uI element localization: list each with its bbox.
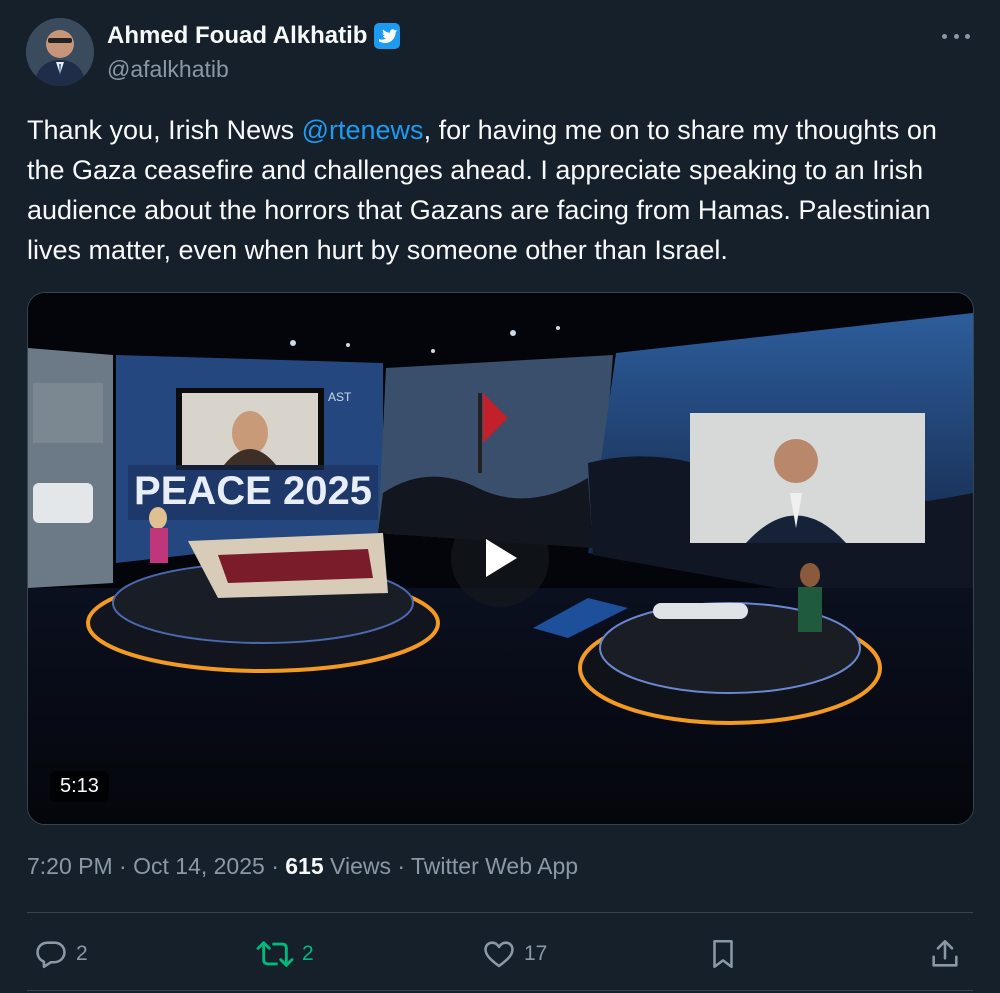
video-player[interactable]: PEACE 2025 AST 5:13	[27, 292, 974, 825]
screen-text: PEACE 2025	[134, 469, 372, 513]
play-button[interactable]	[451, 509, 549, 607]
share-button[interactable]	[928, 930, 962, 978]
tweet-text: Thank you, Irish News @rtenews, for havi…	[27, 110, 977, 270]
meta-separator: ·	[264, 853, 286, 879]
author-handle[interactable]: @afalkhatib	[107, 56, 229, 83]
action-bar: 2 2 17	[0, 930, 1000, 978]
tweet-text-part: Thank you, Irish News	[27, 115, 302, 145]
retweet-count: 2	[302, 942, 314, 965]
mention-link[interactable]: @rtenews	[302, 115, 424, 145]
screen-text-small: AST	[328, 390, 352, 404]
reply-button[interactable]: 2	[34, 930, 88, 978]
bookmark-button[interactable]	[706, 930, 740, 978]
views-label: Views	[323, 853, 391, 879]
profile-photo-icon	[26, 18, 94, 86]
reply-icon	[36, 941, 66, 969]
tweet-source: Twitter Web App	[411, 853, 579, 879]
retweet-icon	[256, 941, 294, 967]
tweet-time[interactable]: 7:20 PM	[27, 853, 113, 879]
meta-separator: ·	[112, 853, 134, 879]
bookmark-icon	[713, 939, 733, 969]
heart-icon	[484, 941, 514, 968]
views-count: 615	[285, 853, 324, 879]
meta-separator: ·	[390, 853, 411, 879]
share-icon	[932, 939, 958, 967]
video-duration: 5:13	[50, 771, 109, 802]
author-avatar[interactable]	[26, 18, 94, 86]
author-name[interactable]: Ahmed Fouad Alkhatib	[107, 22, 367, 50]
like-count: 17	[524, 942, 548, 965]
tweet-meta: 7:20 PM · Oct 14, 2025 · 615 Views · Twi…	[27, 853, 578, 880]
reply-count: 2	[76, 942, 88, 965]
play-icon	[486, 539, 517, 577]
verified-badge-icon[interactable]	[373, 22, 401, 50]
tweet-date[interactable]: Oct 14, 2025	[133, 853, 265, 879]
more-options-icon[interactable]	[942, 22, 970, 50]
author-name-row: Ahmed Fouad Alkhatib	[107, 22, 401, 50]
like-button[interactable]: 17	[482, 930, 547, 978]
divider	[27, 990, 973, 991]
retweet-button[interactable]: 2	[256, 930, 314, 978]
divider	[27, 912, 973, 913]
